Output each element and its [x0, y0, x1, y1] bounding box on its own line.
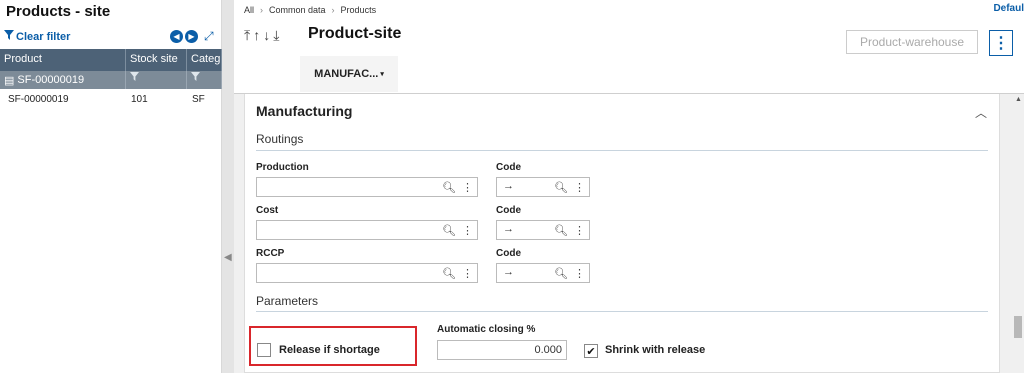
auto-closing-label: Automatic closing %	[437, 324, 536, 335]
divider	[256, 150, 988, 151]
expand-icon[interactable]: ⤢	[204, 29, 214, 44]
collapse-left-icon[interactable]: ◀	[224, 252, 232, 263]
panel-title: Products - site	[6, 3, 111, 20]
record-icon: ▤	[4, 74, 15, 87]
last-record-icon[interactable]: ⤓	[273, 27, 282, 43]
breadcrumb-common-data[interactable]: Common data	[269, 5, 326, 15]
grid-header: Product Stock site Categ	[0, 49, 222, 71]
filter-icon	[4, 30, 14, 43]
cell-category: SF	[192, 94, 205, 105]
cost-field[interactable]: 🔍︎ ⋮	[256, 220, 478, 240]
more-vert-icon[interactable]: ⋮	[574, 224, 585, 237]
parameters-label: Parameters	[256, 294, 319, 308]
section-title: Manufacturing	[256, 103, 353, 119]
previous-icon[interactable]: ◀	[170, 30, 183, 43]
search-icon[interactable]: 🔍︎	[442, 181, 456, 194]
rccp-label: RCCP	[256, 248, 285, 259]
routings-label: Routings	[256, 132, 304, 146]
filter-icon[interactable]	[187, 71, 222, 89]
arrow-right-icon[interactable]: →	[503, 180, 514, 192]
search-icon[interactable]: 🔍︎	[554, 224, 568, 237]
clear-filter-button[interactable]: Clear filter	[4, 30, 70, 43]
chevron-right-icon: ›	[260, 5, 264, 15]
column-header-product[interactable]: Product	[0, 49, 126, 71]
column-header-stock-site[interactable]: Stock site	[126, 49, 187, 71]
scrollbar-thumb[interactable]	[1014, 316, 1022, 338]
clear-filter-label: Clear filter	[16, 30, 71, 43]
cell-product: SF-00000019	[8, 94, 69, 105]
shrink-with-release-label: Shrink with release	[605, 344, 706, 356]
column-header-category[interactable]: Categ	[187, 49, 222, 71]
default-link[interactable]: Defaul	[993, 3, 1024, 14]
auto-closing-field[interactable]: 0.000	[437, 340, 567, 360]
products-site-panel: Products - site Clear filter ◀ ▶ ⤢ Produ…	[0, 0, 222, 373]
selected-product-value: SF-00000019	[17, 74, 85, 86]
breadcrumb-products[interactable]: Products	[341, 5, 377, 15]
caret-down-icon: ▾	[380, 71, 384, 78]
production-field[interactable]: 🔍︎ ⋮	[256, 177, 478, 197]
tab-label: MANUFAC...	[314, 68, 379, 80]
production-code-label: Code	[496, 162, 521, 173]
detail-panel: All › Common data › Products Defaul ⤒↑↓⤓…	[234, 0, 1024, 373]
next-icon[interactable]: ▶	[185, 30, 198, 43]
first-record-icon[interactable]: ⤒	[244, 27, 253, 43]
cost-label: Cost	[256, 205, 279, 216]
breadcrumb-all[interactable]: All	[244, 5, 254, 15]
search-icon[interactable]: 🔍︎	[554, 267, 568, 280]
more-vert-icon[interactable]: ⋮	[574, 267, 585, 280]
previous-record-icon[interactable]: ↑	[253, 27, 263, 43]
divider	[256, 311, 988, 312]
arrow-right-icon[interactable]: →	[503, 223, 514, 235]
product-warehouse-button[interactable]: Product-warehouse	[846, 30, 978, 54]
more-vert-icon[interactable]: ⋮	[462, 267, 473, 280]
filter-icon[interactable]	[126, 71, 187, 89]
production-label: Production	[256, 162, 309, 173]
cost-code-label: Code	[496, 205, 521, 216]
release-if-shortage-label: Release if shortage	[279, 344, 380, 356]
grid-filter-row: ▤ SF-00000019	[0, 71, 222, 89]
selected-product-cell[interactable]: ▤ SF-00000019	[0, 71, 126, 89]
shrink-with-release-checkbox[interactable]: ✔	[584, 344, 598, 358]
rccp-field[interactable]: 🔍︎ ⋮	[256, 263, 478, 283]
cell-stock-site: 101	[131, 94, 148, 105]
scroll-up-icon[interactable]: ▲	[1015, 96, 1022, 103]
rccp-code-field[interactable]: → 🔍︎ ⋮	[496, 263, 590, 283]
arrow-right-icon[interactable]: →	[503, 266, 514, 278]
panel-toolbar: Clear filter ◀ ▶ ⤢	[0, 28, 222, 46]
manufacturing-section: Manufacturing ︿ Routings Production 🔍︎ ⋮…	[244, 94, 1000, 373]
breadcrumb: All › Common data › Products	[244, 5, 376, 15]
record-navigation: ⤒↑↓⤓	[244, 27, 282, 44]
tab-manufacturing[interactable]: MANUFAC... ▾	[300, 56, 398, 92]
production-code-field[interactable]: → 🔍︎ ⋮	[496, 177, 590, 197]
table-row[interactable]: SF-00000019 101 SF	[0, 91, 222, 109]
rccp-code-label: Code	[496, 248, 521, 259]
cost-code-field[interactable]: → 🔍︎ ⋮	[496, 220, 590, 240]
more-actions-button[interactable]: ⋮	[989, 30, 1013, 56]
more-vert-icon[interactable]: ⋮	[462, 181, 473, 194]
page-title: Product-site	[308, 25, 402, 42]
next-record-icon[interactable]: ↓	[263, 27, 273, 43]
more-vert-icon[interactable]: ⋮	[574, 181, 585, 194]
search-icon[interactable]: 🔍︎	[554, 181, 568, 194]
release-if-shortage-checkbox[interactable]	[257, 343, 271, 357]
more-vert-icon[interactable]: ⋮	[462, 224, 473, 237]
search-icon[interactable]: 🔍︎	[442, 267, 456, 280]
search-icon[interactable]: 🔍︎	[442, 224, 456, 237]
panel-splitter[interactable]	[222, 0, 234, 373]
chevron-up-icon[interactable]: ︿	[975, 104, 987, 121]
chevron-right-icon: ›	[331, 5, 335, 15]
header-area: All › Common data › Products Defaul ⤒↑↓⤓…	[234, 0, 1024, 94]
